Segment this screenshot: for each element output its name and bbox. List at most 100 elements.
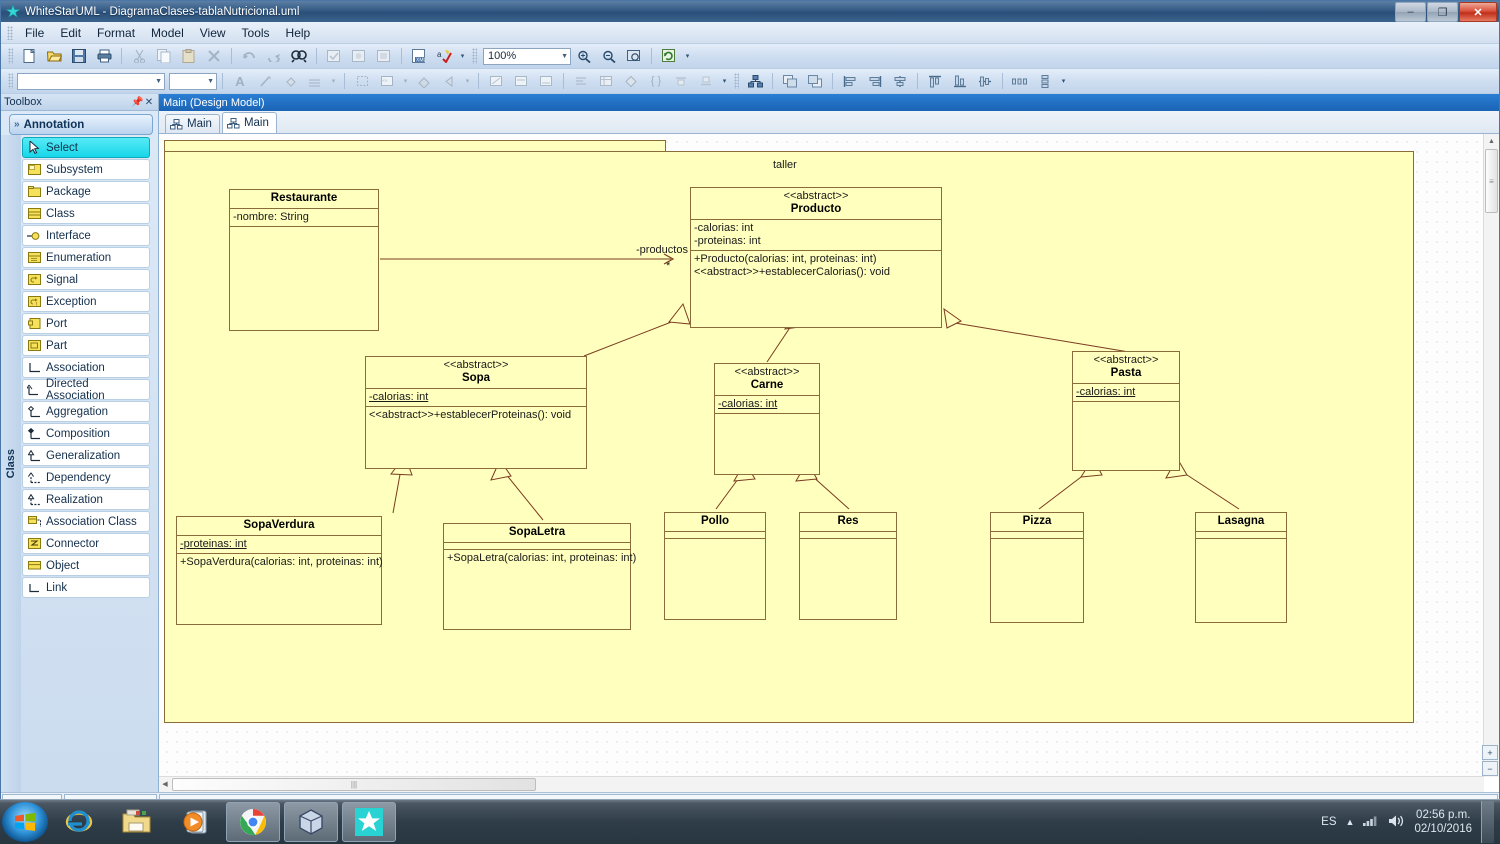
network-icon[interactable] (1363, 814, 1379, 830)
space-horizontally-icon[interactable] (1008, 70, 1032, 92)
print-icon[interactable] (92, 45, 116, 67)
class-carne[interactable]: <<abstract>> Carne -calorias: int (714, 363, 820, 475)
new-icon[interactable] (17, 45, 41, 67)
diagram-canvas[interactable]: taller -productos * Restaurante -nombre:… (159, 134, 1484, 777)
menu-item-view[interactable]: View (192, 24, 234, 42)
tab-main-1[interactable]: Main (165, 114, 220, 133)
find-icon[interactable] (287, 45, 311, 67)
bring-to-front-icon[interactable] (778, 70, 802, 92)
toolbox-item-dependency[interactable]: Dependency (22, 467, 150, 488)
toolbox-item-subsystem[interactable]: Subsystem (22, 159, 150, 180)
suppress-dropdown[interactable]: ▾ (462, 71, 473, 91)
toolbox-item-part[interactable]: Part (22, 335, 150, 356)
menu-grip[interactable] (7, 25, 13, 40)
menu-item-edit[interactable]: Edit (52, 24, 89, 42)
align-middle-icon[interactable] (973, 70, 997, 92)
language-indicator[interactable]: ES (1321, 816, 1336, 828)
toolbox-item-aggregation[interactable]: Aggregation (22, 401, 150, 422)
media-player-icon[interactable] (168, 802, 222, 842)
class-pasta[interactable]: <<abstract>> Pasta -calorias: int (1072, 351, 1180, 471)
zoom-out-icon[interactable] (597, 45, 621, 67)
toolbox-item-object[interactable]: Object (22, 555, 150, 576)
toolbox-item-association[interactable]: Association (22, 357, 150, 378)
toolbar-grip[interactable] (8, 73, 13, 89)
canvas-vertical-scrollbar[interactable]: ▲ ≡ (1483, 134, 1499, 777)
space-vertically-icon[interactable] (1033, 70, 1057, 92)
volume-icon[interactable] (1388, 814, 1405, 831)
zoom-combo[interactable]: 100% ▼ (483, 47, 571, 65)
clock[interactable]: 02:56 p.m. 02/10/2016 (1414, 808, 1472, 836)
close-button[interactable]: ✕ (1459, 2, 1497, 22)
horizontal-scroll-thumb[interactable]: ||| (172, 778, 536, 791)
canvas-horizontal-scrollbar[interactable]: ◀ ||| (159, 776, 1484, 792)
toolbox-item-association-class[interactable]: Association Class (22, 511, 150, 532)
show-desktop-button[interactable] (1481, 801, 1494, 843)
toolbox-item-select[interactable]: Select (22, 137, 150, 158)
toolbar-overflow-button[interactable]: ▾ (719, 71, 730, 91)
chevron-down-icon[interactable]: ▼ (561, 53, 568, 60)
maximize-button[interactable]: ❐ (1427, 2, 1458, 22)
chevron-up-icon[interactable]: ▲ (1346, 817, 1355, 827)
toolbox-item-realization[interactable]: Realization (22, 489, 150, 510)
spell-icon[interactable]: a (432, 45, 456, 67)
export-icon[interactable]: XML (407, 45, 431, 67)
toolbox-item-package[interactable]: Package (22, 181, 150, 202)
toolbox-item-port[interactable]: Port (22, 313, 150, 334)
windows-explorer-icon[interactable] (110, 802, 164, 842)
scroll-up-arrow[interactable]: ▲ (1484, 134, 1499, 148)
scroll-left-arrow[interactable]: ◀ (159, 777, 171, 790)
align-left-icon[interactable] (838, 70, 862, 92)
font-size-combo[interactable]: ▼ (169, 72, 217, 90)
stereotype-dropdown[interactable]: ▾ (400, 71, 411, 91)
diagram-icon[interactable] (743, 70, 767, 92)
fit-to-window-icon[interactable] (622, 45, 646, 67)
align-bottom2-icon[interactable] (948, 70, 972, 92)
toolbox-item-link[interactable]: Link (22, 577, 150, 598)
menu-item-file[interactable]: File (17, 24, 52, 42)
whitestaruml-icon[interactable] (342, 802, 396, 842)
canvas-zoom-reset-button[interactable]: − (1482, 761, 1498, 776)
save-icon[interactable] (67, 45, 91, 67)
zoom-in-icon[interactable] (572, 45, 596, 67)
send-to-back-icon[interactable] (803, 70, 827, 92)
font-name-combo[interactable]: ▼ (17, 72, 165, 90)
vertical-scroll-thumb[interactable]: ≡ (1485, 149, 1498, 213)
close-icon[interactable]: ✕ (143, 97, 155, 108)
toolbar-overflow-button[interactable]: ▾ (457, 46, 468, 66)
line-width-dropdown[interactable]: ▾ (328, 71, 339, 91)
toolbar-overflow-button[interactable]: ▾ (682, 46, 693, 66)
align-right-icon[interactable] (863, 70, 887, 92)
start-button[interactable] (2, 802, 48, 842)
toolbox-group-annotation[interactable]: » Annotation (9, 114, 153, 135)
pin-icon[interactable]: 📌 (131, 97, 143, 108)
refresh-icon[interactable] (657, 45, 681, 67)
toolbar-grip[interactable] (734, 73, 739, 89)
toolbox-item-interface[interactable]: Interface (22, 225, 150, 246)
internet-explorer-icon[interactable] (52, 802, 106, 842)
class-producto[interactable]: <<abstract>> Producto -calorias: int -pr… (690, 187, 942, 328)
canvas-zoom-fit-button[interactable]: + (1482, 745, 1498, 760)
toolbar-grip[interactable] (472, 48, 477, 64)
minimize-button[interactable]: – (1395, 2, 1426, 22)
toolbox-item-directed-association[interactable]: Directed Association (22, 378, 150, 402)
open-icon[interactable] (42, 45, 66, 67)
toolbox-item-signal[interactable]: Signal (22, 269, 150, 290)
chevron-down-icon[interactable]: ▼ (155, 78, 162, 85)
menu-item-model[interactable]: Model (143, 24, 192, 42)
menu-item-help[interactable]: Help (278, 24, 319, 42)
google-chrome-icon[interactable] (226, 802, 280, 842)
class-pollo[interactable]: Pollo (664, 512, 766, 620)
align-center-icon[interactable] (888, 70, 912, 92)
toolbox-item-connector[interactable]: Connector (22, 533, 150, 554)
class-pizza[interactable]: Pizza (990, 512, 1084, 623)
class-lasagna[interactable]: Lasagna (1195, 512, 1287, 623)
toolbox-item-class[interactable]: Class (22, 203, 150, 224)
class-restaurante[interactable]: Restaurante -nombre: String (229, 189, 379, 331)
toolbox-item-enumeration[interactable]: Enumeration (22, 247, 150, 268)
virtualbox-icon[interactable] (284, 802, 338, 842)
toolbox-item-exception[interactable]: ! Exception (22, 291, 150, 312)
class-sopaletra[interactable]: SopaLetra +SopaLetra(calorias: int, prot… (443, 523, 636, 630)
toolbar-overflow-button[interactable]: ▾ (1058, 71, 1069, 91)
toolbar-grip[interactable] (8, 48, 13, 64)
class-sopa[interactable]: <<abstract>> Sopa -calorias: int <<abstr… (365, 356, 587, 469)
